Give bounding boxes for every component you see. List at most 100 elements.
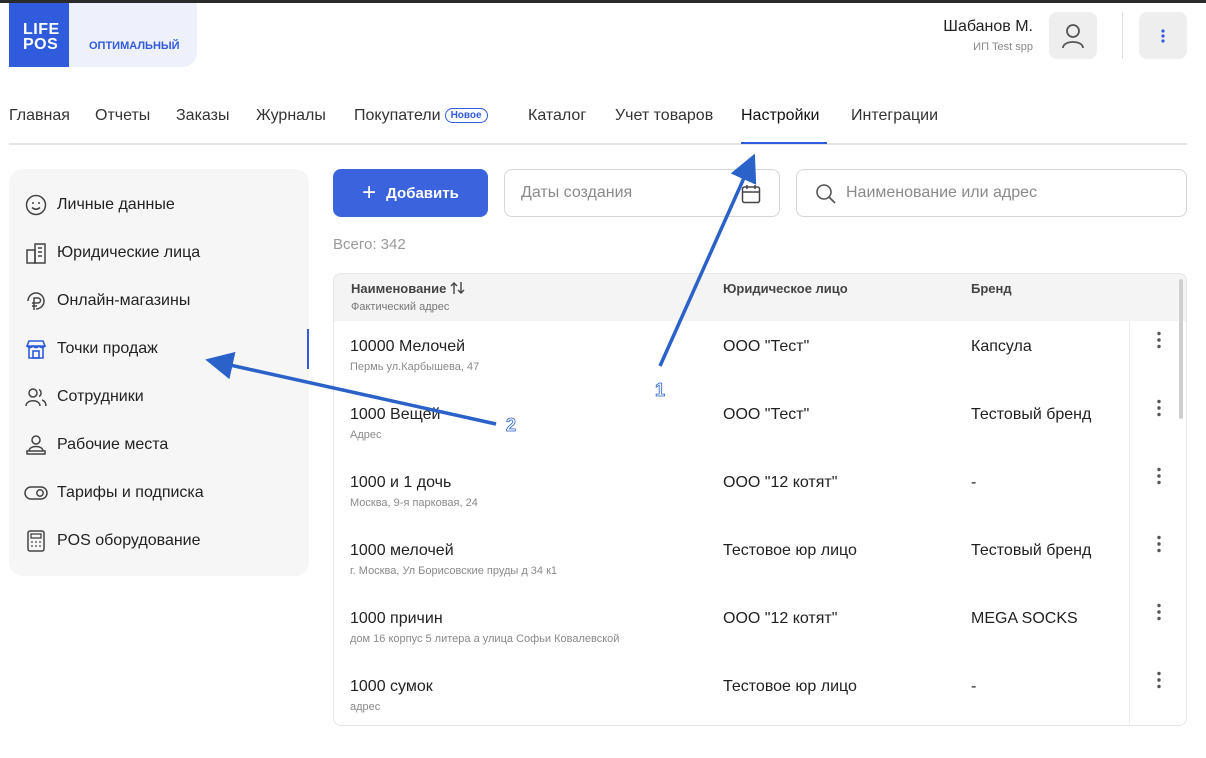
smile-icon xyxy=(23,192,49,218)
settings-sidebar: Личные данные Юридические лица Онлайн-ма… xyxy=(9,169,309,576)
sidebar-item-workplaces[interactable]: Рабочие места xyxy=(23,425,303,465)
store-icon xyxy=(23,336,49,362)
sidebar-item-label: Точки продаж xyxy=(57,340,158,357)
more-vertical-icon xyxy=(1156,535,1161,553)
total-count: Всего: 342 xyxy=(333,236,406,253)
nav-orders[interactable]: Заказы xyxy=(176,107,229,125)
row-brand: Тестовый бренд xyxy=(971,542,1092,559)
sidebar-active-indicator xyxy=(307,329,309,369)
row-brand: - xyxy=(971,678,977,695)
sidebar-item-label: Тарифы и подписка xyxy=(57,484,204,501)
active-tab-indicator xyxy=(741,142,827,144)
calendar-icon[interactable] xyxy=(741,184,761,204)
row-address: адрес xyxy=(350,701,381,713)
sidebar-item-label: Юридические лица xyxy=(57,244,201,261)
date-range-input[interactable] xyxy=(521,184,731,202)
toggle-icon xyxy=(23,480,49,506)
more-vertical-icon xyxy=(1156,467,1161,485)
more-vertical-icon xyxy=(1156,399,1161,417)
row-address: дом 16 корпус 5 литера а улица Софьи Ков… xyxy=(350,633,620,645)
row-more-button[interactable] xyxy=(1129,525,1186,593)
sidebar-item-personal[interactable]: Личные данные xyxy=(23,185,303,225)
table-row[interactable]: 1000 причин дом 16 корпус 5 литера а ули… xyxy=(334,593,1186,661)
table-row[interactable]: 1000 и 1 дочь Москва, 9-я парковая, 24 О… xyxy=(334,457,1186,525)
calculator-icon xyxy=(23,528,49,554)
nav-settings[interactable]: Настройки xyxy=(741,107,819,125)
sidebar-item-pos-equipment[interactable]: POS оборудование xyxy=(23,521,303,561)
row-legal: Тестовое юр лицо xyxy=(723,542,857,559)
row-brand: - xyxy=(971,474,977,491)
logo-line-2: POS xyxy=(23,36,59,53)
nav-catalog[interactable]: Каталог xyxy=(528,107,586,125)
row-brand: Тестовый бренд xyxy=(971,406,1092,423)
row-more-button[interactable] xyxy=(1129,593,1186,661)
sidebar-item-legal[interactable]: Юридические лица xyxy=(23,233,303,273)
sidebar-item-tariffs[interactable]: Тарифы и подписка xyxy=(23,473,303,513)
row-legal: ООО "Тест" xyxy=(723,406,810,423)
user-icon xyxy=(1062,23,1084,48)
plan-label: оптимальный xyxy=(89,40,180,52)
logo-line-1: LIFE xyxy=(23,21,60,38)
user-name: Шабанов М. xyxy=(943,18,1033,35)
building-icon xyxy=(23,240,49,266)
users-icon xyxy=(23,384,49,410)
nav-customers[interactable]: Покупатели Новое xyxy=(354,107,488,125)
nav-reports[interactable]: Отчеты xyxy=(95,107,150,125)
header-more-button[interactable] xyxy=(1139,12,1187,59)
points-of-sale-table: Наименование Фактический адрес Юридическ… xyxy=(333,273,1187,726)
new-badge: Новое xyxy=(444,108,488,123)
lifepos-logo[interactable]: LIFE POS xyxy=(9,3,69,67)
row-brand: MEGA SOCKS xyxy=(971,610,1078,627)
column-header-name[interactable]: Наименование xyxy=(351,281,466,296)
row-name: 1000 Вещей xyxy=(350,406,441,423)
table-header: Наименование Фактический адрес Юридическ… xyxy=(334,274,1186,321)
row-name: 1000 мелочей xyxy=(350,542,454,559)
sidebar-item-label: Сотрудники xyxy=(57,388,144,405)
search-field[interactable] xyxy=(796,169,1187,217)
table-row[interactable]: 1000 сумок адрес Тестовое юр лицо - xyxy=(334,661,1186,725)
sort-icon[interactable] xyxy=(450,281,466,295)
nav-customers-label: Покупатели xyxy=(354,107,441,124)
nav-integrations[interactable]: Интеграции xyxy=(851,107,938,125)
sidebar-item-employees[interactable]: Сотрудники xyxy=(23,377,303,417)
column-header-name-label: Наименование xyxy=(351,281,447,296)
row-address: Москва, 9-я парковая, 24 xyxy=(350,497,478,509)
nav-journals[interactable]: Журналы xyxy=(256,107,326,125)
row-legal: Тестовое юр лицо xyxy=(723,678,857,695)
search-input[interactable] xyxy=(846,184,1166,202)
row-address: г. Москва, Ул Борисовские пруды д 34 к1 xyxy=(350,565,558,577)
search-icon xyxy=(816,184,836,204)
row-name: 1000 сумок xyxy=(350,678,433,695)
row-address: Пермь ул.Карбышева, 47 xyxy=(350,361,480,373)
more-vertical-icon xyxy=(1161,28,1165,43)
sidebar-item-online-shops[interactable]: Онлайн-магазины xyxy=(23,281,303,321)
table-row[interactable]: 1000 мелочей г. Москва, Ул Борисовские п… xyxy=(334,525,1186,593)
row-legal: ООО "Тест" xyxy=(723,338,810,355)
header-divider xyxy=(1122,12,1123,59)
nav-inventory[interactable]: Учет товаров xyxy=(615,107,713,125)
row-brand: Капсула xyxy=(971,338,1032,355)
user-org: ИП Test spp xyxy=(973,41,1033,53)
date-range-field[interactable] xyxy=(504,169,780,217)
ruble-cart-icon xyxy=(23,288,49,314)
row-address: Адрес xyxy=(350,429,382,441)
sidebar-item-label: Личные данные xyxy=(57,196,175,213)
more-vertical-icon xyxy=(1156,331,1161,349)
table-row[interactable]: 10000 Мелочей Пермь ул.Карбышева, 47 ООО… xyxy=(334,321,1186,389)
column-header-legal: Юридическое лицо xyxy=(723,281,848,296)
user-avatar-button[interactable] xyxy=(1049,12,1097,59)
row-name: 10000 Мелочей xyxy=(350,338,466,355)
row-more-button[interactable] xyxy=(1129,661,1186,725)
more-vertical-icon xyxy=(1156,671,1161,689)
row-name: 1000 причин xyxy=(350,610,443,627)
main-nav: Главная Отчеты Заказы Журналы Покупатели… xyxy=(9,100,1187,145)
sidebar-item-label: Рабочие места xyxy=(57,436,169,453)
sidebar-item-points-of-sale[interactable]: Точки продаж xyxy=(23,329,303,369)
table-row[interactable]: 1000 Вещей Адрес ООО "Тест" Тестовый бре… xyxy=(334,389,1186,457)
nav-home[interactable]: Главная xyxy=(9,107,70,125)
add-button-label: Добавить xyxy=(386,184,459,202)
column-header-brand: Бренд xyxy=(971,281,1012,296)
add-button[interactable]: + Добавить xyxy=(333,169,488,217)
row-more-button[interactable] xyxy=(1129,457,1186,525)
table-scrollbar[interactable] xyxy=(1179,279,1183,419)
